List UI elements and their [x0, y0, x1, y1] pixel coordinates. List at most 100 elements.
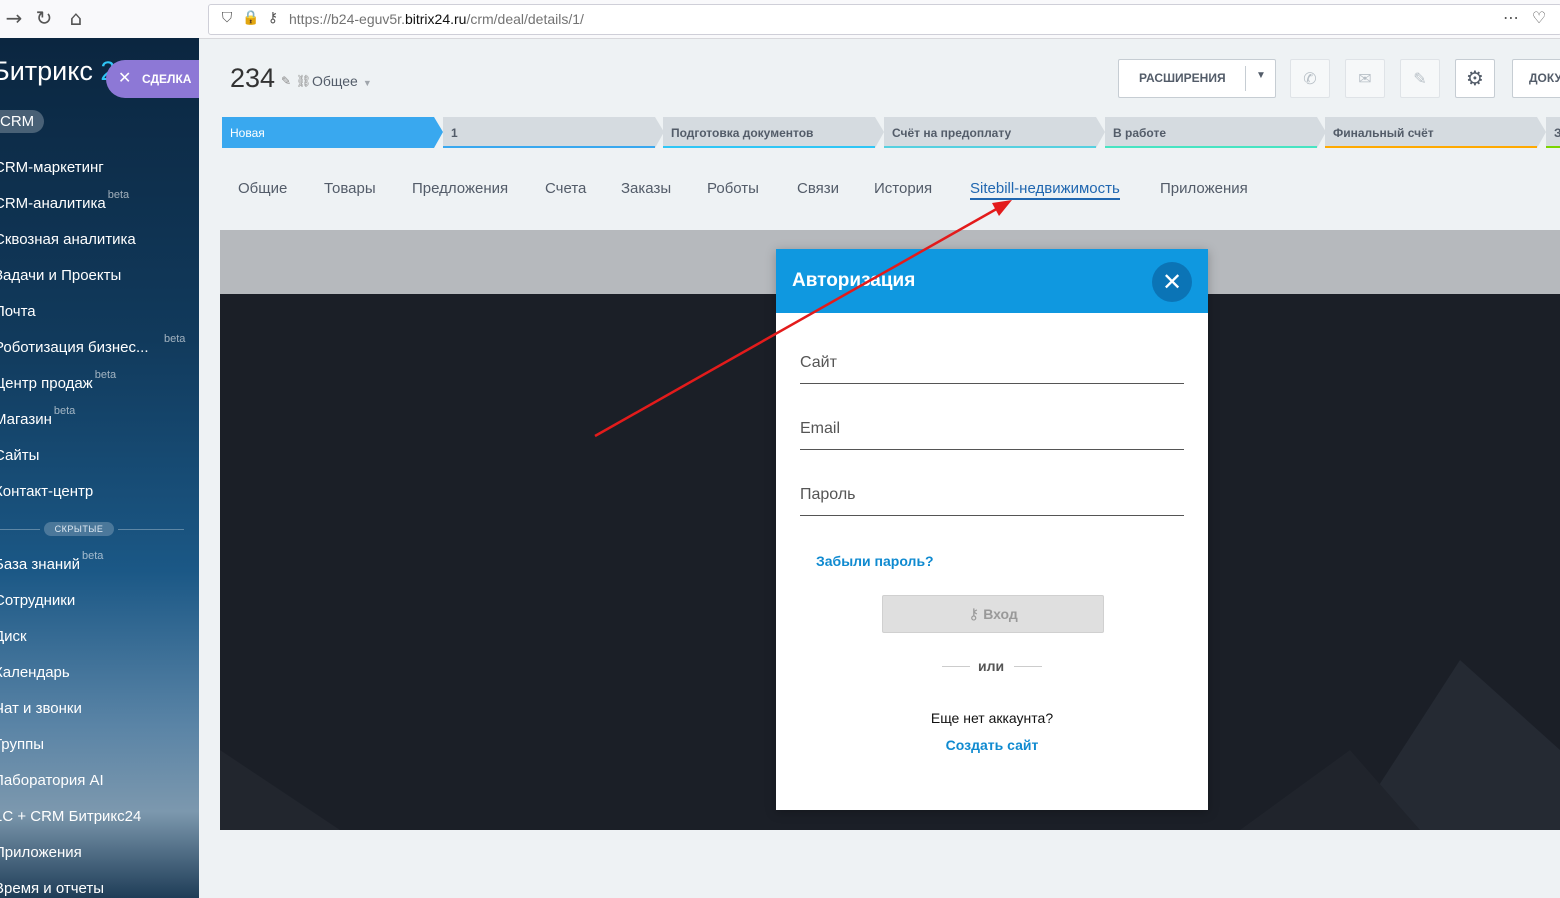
sidebar-item[interactable]: Контакт-центр [0, 483, 93, 500]
reload-icon[interactable]: ↻ [32, 6, 56, 30]
stage-arrow [655, 117, 664, 148]
close-icon[interactable]: ✕ [1152, 262, 1192, 302]
stage-color-bar [1325, 146, 1537, 148]
sidebar-item[interactable]: Группы [0, 736, 44, 753]
sidebar-item[interactable]: Чат и звонки [0, 700, 82, 717]
sidebar-item[interactable]: Диск [0, 628, 27, 645]
sidebar-item[interactable]: Время и отчеты [0, 880, 104, 897]
key-icon: ⚷ [267, 10, 279, 26]
tab-item[interactable]: Счета [545, 180, 586, 197]
stage-label: В работе [1113, 126, 1166, 140]
stage-item[interactable]: Новая [222, 117, 443, 148]
documents-button[interactable]: ДОКУ [1512, 59, 1560, 98]
login-button[interactable]: ⚷ Вход [882, 595, 1104, 633]
category-selector[interactable]: Общее ▼ [312, 73, 372, 89]
stage-color-bar [663, 146, 875, 148]
sidebar-item[interactable]: Почта [0, 303, 36, 320]
deal-chip[interactable]: ✕ СДЕЛКА [106, 60, 199, 98]
tab-item[interactable]: Роботы [707, 180, 759, 197]
shield-icon: ⛉ [221, 10, 233, 26]
home-icon[interactable]: ⌂ [64, 6, 88, 30]
stage-color-bar [222, 146, 434, 148]
tab-item[interactable]: Общие [238, 180, 287, 197]
beta-badge: beta [107, 189, 130, 201]
sidebar-item[interactable]: 1С + CRM Битрикс24 [0, 808, 141, 825]
pencil-icon[interactable]: ✎ [281, 74, 291, 88]
modal-header: Авторизация ✕ [776, 249, 1208, 313]
sidebar-item[interactable]: База знаний [0, 556, 80, 573]
stage-arrow [434, 117, 443, 148]
chevron-down-icon: ▼ [362, 78, 372, 88]
password-input[interactable] [800, 475, 1184, 516]
sidebar-item[interactable]: Лаборатория AI [0, 772, 104, 789]
stage-label: Новая [230, 126, 265, 140]
extensions-button[interactable]: РАСШИРЕНИЯ ▼ [1118, 59, 1276, 98]
tab-item[interactable]: Предложения [412, 180, 508, 197]
site-input[interactable] [800, 343, 1184, 384]
auth-modal: Авторизация ✕ Забыли пароль? ⚷Вход или Е… [776, 249, 1208, 810]
browser-toolbar: → ↻ ⌂ ⛉ 🔒 ⚷ https://b24-eguv5r.bitrix24.… [0, 0, 1560, 39]
stage-color-bar [1105, 146, 1317, 148]
tab-item[interactable]: История [874, 180, 932, 197]
beta-badge: beta [81, 550, 104, 562]
stage-item[interactable]: В работе [1105, 117, 1326, 148]
mail-icon[interactable]: ✉ [1345, 59, 1385, 98]
stage-color-bar [884, 146, 1096, 148]
stage-item[interactable]: Счёт на предоплату [884, 117, 1105, 148]
sidebar-item[interactable]: Центр продаж [0, 375, 93, 392]
hidden-divider: СКРЫТЫЕ [0, 522, 199, 536]
stage-item[interactable]: 1 [443, 117, 664, 148]
no-account-text: Еще нет аккаунта? [930, 710, 1054, 726]
or-divider: или [942, 658, 1042, 674]
url-text: https://b24-eguv5r.bitrix24.ru/crm/deal/… [289, 11, 584, 27]
create-site-link[interactable]: Создать сайт [776, 737, 1208, 753]
stage-arrow [1537, 117, 1546, 148]
tab-item[interactable]: Товары [324, 180, 376, 197]
stage-item[interactable]: З [1546, 117, 1560, 148]
left-sidebar: Битрикс 24 ✕ СДЕЛКА CRM CRM-маркетингCRM… [0, 38, 199, 898]
sidebar-item[interactable]: Календарь [0, 664, 70, 681]
sidebar-item[interactable]: Сквозная аналитика [0, 231, 136, 248]
sidebar-item[interactable]: Магазин [0, 411, 52, 428]
sidebar-item[interactable]: Приложения [0, 844, 82, 861]
address-bar[interactable]: ⛉ 🔒 ⚷ https://b24-eguv5r.bitrix24.ru/crm… [208, 4, 1560, 35]
tab-item[interactable]: Заказы [621, 180, 671, 197]
sidebar-item[interactable]: CRM-аналитика [0, 195, 106, 212]
stage-color-bar [1546, 146, 1560, 148]
back-arrow-icon[interactable]: → [2, 6, 26, 30]
phone-icon[interactable]: ✆ [1290, 59, 1330, 98]
link-icon[interactable]: ⛓ [296, 74, 311, 88]
stage-label: З [1554, 126, 1560, 140]
hidden-items-toggle[interactable]: СКРЫТЫЕ [44, 522, 114, 536]
stage-arrow [1096, 117, 1105, 148]
stage-item[interactable]: Подготовка документов [663, 117, 884, 148]
stage-color-bar [443, 146, 655, 148]
lock-icon: 🔒 [242, 10, 260, 26]
tab-item[interactable]: Sitebill-недвижимость [970, 180, 1120, 200]
chat-icon[interactable]: ✎ [1400, 59, 1440, 98]
sidebar-item[interactable]: Сотрудники [0, 592, 75, 609]
beta-badge: beta [94, 369, 117, 381]
sidebar-item[interactable]: Задачи и Проекты [0, 267, 121, 284]
tab-item[interactable]: Связи [797, 180, 839, 197]
email-input[interactable] [800, 409, 1184, 450]
forgot-password-link[interactable]: Забыли пароль? [816, 553, 934, 569]
sidebar-item[interactable]: CRM-маркетинг [0, 159, 104, 176]
stage-arrow [875, 117, 884, 148]
sidebar-item-crm[interactable]: CRM [0, 110, 45, 133]
stage-label: Подготовка документов [671, 126, 814, 140]
stage-label: Финальный счёт [1333, 126, 1434, 140]
chevron-down-icon[interactable]: ▼ [1256, 70, 1266, 81]
beta-badge: beta [53, 405, 76, 417]
modal-title: Авторизация [792, 270, 916, 291]
tab-item[interactable]: Приложения [1160, 180, 1248, 197]
gear-icon[interactable]: ⚙ [1455, 59, 1495, 98]
stage-label: Счёт на предоплату [892, 126, 1012, 140]
close-icon[interactable]: ✕ [118, 60, 131, 98]
more-icon[interactable]: ⋯ [1499, 6, 1523, 30]
sidebar-item[interactable]: Роботизация бизнес... [0, 339, 149, 356]
deal-title: 234 [230, 63, 276, 93]
sidebar-item[interactable]: Сайты [0, 447, 39, 464]
stage-item[interactable]: Финальный счёт [1325, 117, 1546, 148]
pocket-icon[interactable]: ♡ [1527, 6, 1551, 30]
